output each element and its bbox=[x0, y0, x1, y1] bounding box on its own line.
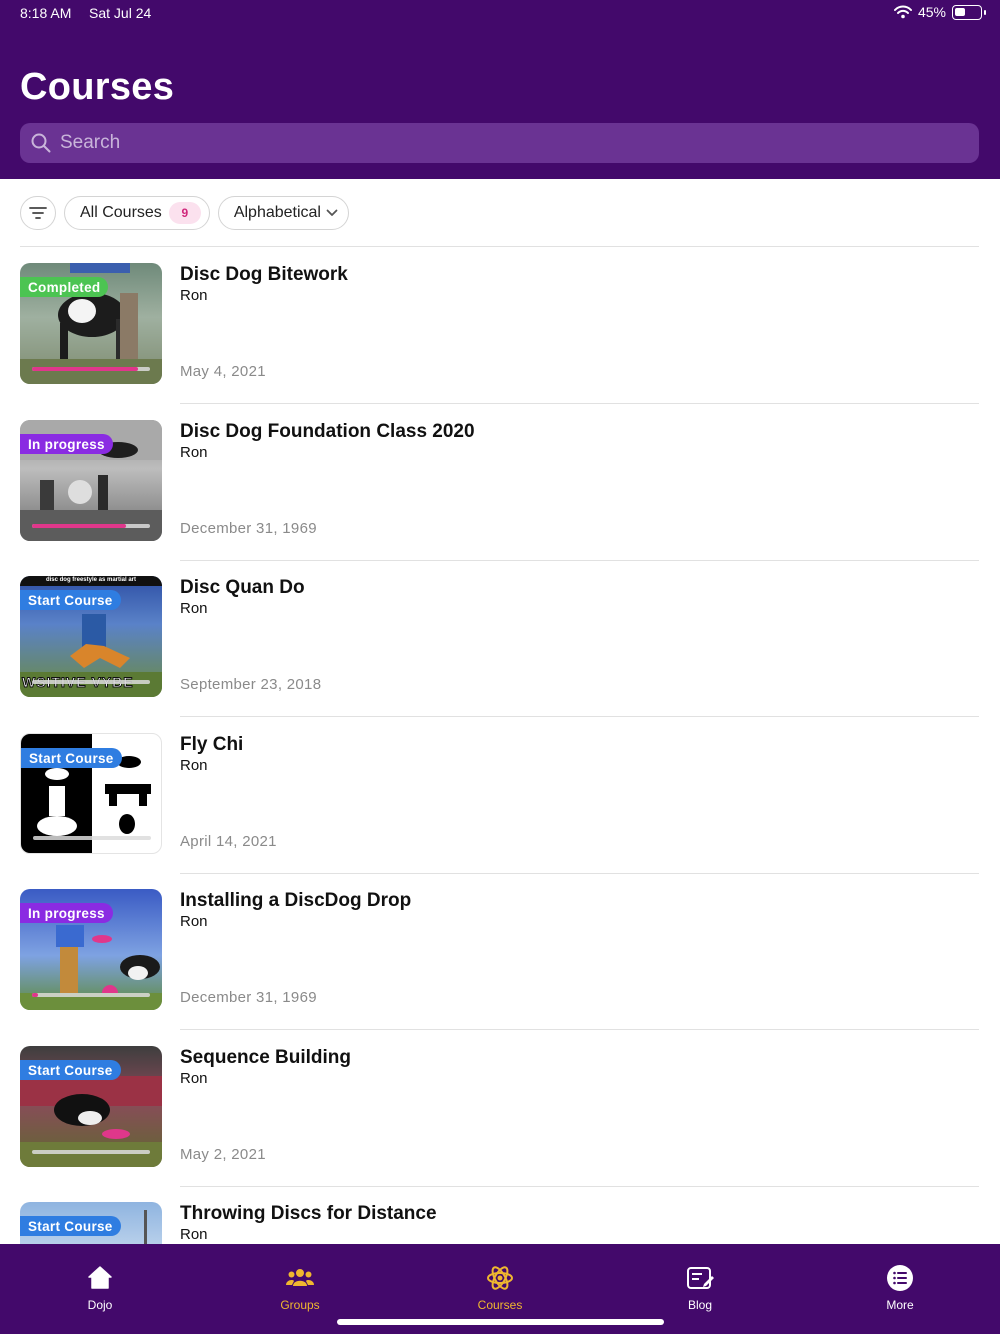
course-count-badge: 9 bbox=[168, 202, 201, 224]
course-author: Ron bbox=[180, 1070, 208, 1087]
header: 8:18 AM Sat Jul 24 45% Courses bbox=[0, 0, 1000, 179]
tab-label: Courses bbox=[477, 1298, 523, 1312]
all-courses-label: All Courses bbox=[80, 204, 162, 221]
course-row[interactable]: In progress Disc Dog Foundation Class 20… bbox=[0, 404, 1000, 561]
groups-icon bbox=[286, 1269, 314, 1286]
status-date: Sat Jul 24 bbox=[89, 5, 152, 21]
course-date: December 31, 1969 bbox=[180, 989, 317, 1006]
status-time: 8:18 AM bbox=[20, 5, 72, 21]
tab-label: Groups bbox=[280, 1298, 320, 1312]
course-thumbnail: disc dog freestyle as martial art WSITIV… bbox=[20, 576, 162, 697]
thumbnail-caption: disc dog freestyle as martial art bbox=[45, 577, 137, 583]
course-author: Ron bbox=[180, 757, 208, 774]
status-badge: Start Course bbox=[21, 748, 122, 768]
progress-bar bbox=[32, 1150, 150, 1154]
status-badge: In progress bbox=[20, 434, 113, 454]
course-list: Completed Disc Dog Bitework Ron May 4, 2… bbox=[0, 247, 1000, 1244]
tab-label: Blog bbox=[687, 1298, 713, 1312]
all-courses-filter[interactable]: All Courses 9 bbox=[64, 196, 210, 230]
sort-dropdown[interactable]: Alphabetical bbox=[217, 196, 349, 230]
home-indicator bbox=[337, 1319, 664, 1325]
course-thumbnail: Start Course bbox=[20, 1202, 162, 1244]
progress-bar bbox=[33, 836, 151, 840]
progress-bar bbox=[32, 993, 150, 997]
home-icon bbox=[88, 1266, 112, 1289]
battery-level bbox=[955, 7, 965, 16]
progress-bar bbox=[32, 680, 150, 684]
course-date: May 4, 2021 bbox=[180, 363, 266, 380]
status-badge: In progress bbox=[20, 903, 113, 923]
course-thumbnail: In progress bbox=[20, 420, 162, 541]
course-author: Ron bbox=[180, 913, 208, 930]
status-badge: Start Course bbox=[20, 590, 121, 610]
status-badge: Start Course bbox=[20, 1216, 121, 1236]
wifi-icon bbox=[893, 5, 912, 19]
battery-percent: 45% bbox=[917, 4, 946, 20]
tab-more[interactable]: More bbox=[800, 1244, 1000, 1334]
status-badge: Start Course bbox=[20, 1060, 121, 1080]
sort-label: Alphabetical bbox=[233, 204, 321, 221]
course-title: Disc Dog Bitework bbox=[180, 264, 348, 285]
status-badge: Completed bbox=[20, 277, 109, 297]
course-row[interactable]: Completed Disc Dog Bitework Ron May 4, 2… bbox=[0, 247, 1000, 404]
progress-fill bbox=[32, 367, 139, 371]
course-author: Ron bbox=[180, 1226, 208, 1243]
tab-dojo[interactable]: Dojo bbox=[0, 1244, 200, 1334]
progress-fill bbox=[32, 524, 127, 528]
course-thumbnail: In progress bbox=[20, 889, 162, 1010]
course-row[interactable]: Start Course Fly Chi Ron April 14, 2021 bbox=[0, 717, 1000, 874]
course-title: Disc Dog Foundation Class 2020 bbox=[180, 421, 475, 442]
status-bar: 8:18 AM Sat Jul 24 45% bbox=[0, 0, 1000, 28]
course-row[interactable]: In progress Installing a DiscDog Drop Ro… bbox=[0, 873, 1000, 1030]
course-thumbnail: Completed bbox=[20, 263, 162, 384]
blog-icon bbox=[687, 1267, 714, 1289]
course-thumbnail: Start Course bbox=[20, 733, 162, 854]
battery-icon bbox=[952, 4, 986, 20]
tab-label: More bbox=[886, 1298, 914, 1312]
course-date: April 14, 2021 bbox=[180, 833, 277, 850]
course-title: Throwing Discs for Distance bbox=[180, 1203, 437, 1224]
progress-fill bbox=[32, 993, 38, 997]
page-title: Courses bbox=[20, 66, 175, 108]
status-indicators: 45% bbox=[893, 4, 986, 20]
course-thumbnail: Start Course bbox=[20, 1046, 162, 1167]
tab-label: Dojo bbox=[87, 1298, 113, 1312]
search-bar[interactable] bbox=[20, 123, 979, 163]
more-icon bbox=[887, 1265, 913, 1291]
course-title: Installing a DiscDog Drop bbox=[180, 890, 412, 911]
search-input[interactable] bbox=[60, 123, 960, 163]
course-author: Ron bbox=[180, 600, 208, 617]
course-row[interactable]: Start Course Throwing Discs for Distance… bbox=[0, 1186, 1000, 1244]
chevron-down-icon bbox=[326, 209, 338, 216]
course-date: May 2, 2021 bbox=[180, 1146, 266, 1163]
course-date: September 23, 2018 bbox=[180, 676, 322, 693]
courses-icon bbox=[487, 1266, 513, 1290]
course-title: Fly Chi bbox=[180, 734, 244, 755]
course-author: Ron bbox=[180, 287, 208, 304]
filter-icon bbox=[29, 207, 47, 219]
progress-bar bbox=[32, 367, 150, 371]
course-title: Disc Quan Do bbox=[180, 577, 305, 598]
course-row[interactable]: Start Course Sequence Building Ron May 2… bbox=[0, 1030, 1000, 1187]
course-author: Ron bbox=[180, 444, 208, 461]
filter-row: All Courses 9 Alphabetical bbox=[20, 196, 349, 230]
filter-button[interactable] bbox=[20, 196, 56, 230]
course-date: December 31, 1969 bbox=[180, 520, 317, 537]
progress-bar bbox=[32, 524, 150, 528]
course-row[interactable]: disc dog freestyle as martial art WSITIV… bbox=[0, 560, 1000, 717]
search-icon bbox=[31, 133, 51, 153]
course-title: Sequence Building bbox=[180, 1047, 352, 1068]
